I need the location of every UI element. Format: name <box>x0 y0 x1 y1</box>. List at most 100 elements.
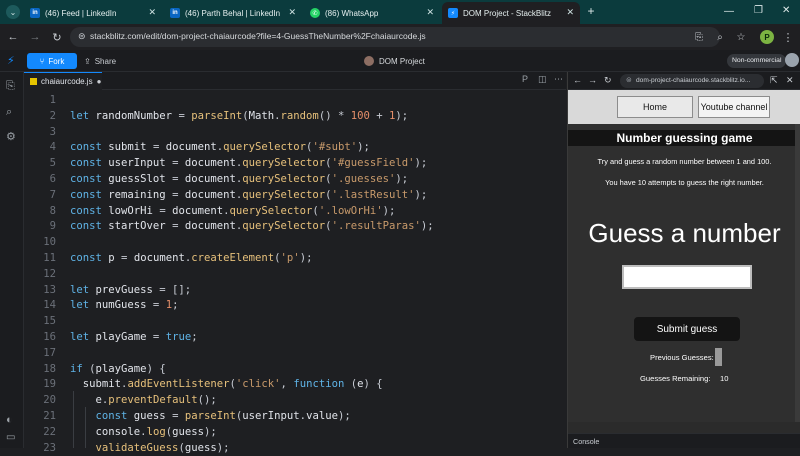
code-token: ; <box>172 299 179 312</box>
code-token: const <box>70 204 109 217</box>
code-line[interactable]: 20 e.preventDefault(); <box>24 392 566 408</box>
install-app-icon[interactable]: ⎘ <box>691 29 707 45</box>
preview-back-icon[interactable]: ← <box>573 75 582 85</box>
split-editor-icon[interactable]: ◫ <box>538 74 547 85</box>
code-line[interactable]: 13 let prevGuess = []; <box>24 282 566 298</box>
settings-gear-icon[interactable]: ⚙ <box>6 130 16 143</box>
code-line[interactable]: 15 <box>24 313 566 329</box>
reload-icon[interactable]: ↻ <box>49 29 65 45</box>
explorer-files-icon[interactable]: ⎘ <box>6 80 15 93</box>
code-line[interactable]: 7 const remaining = document.querySelecto… <box>24 187 566 203</box>
preview-scrollbar[interactable] <box>795 124 800 422</box>
close-icon[interactable]: ✕ <box>566 7 574 18</box>
share-label: Share <box>94 56 117 66</box>
project-title[interactable]: DOM Project <box>364 54 425 68</box>
code-line[interactable]: 10 <box>24 234 566 250</box>
code-token: '#subt' <box>312 141 358 154</box>
browser-tab-linkedin-profile[interactable]: in (46) Parth Behal | LinkedIn ✕ <box>164 2 302 24</box>
more-actions-icon[interactable]: ⋯ <box>554 74 563 85</box>
code-line[interactable]: 17 <box>24 345 566 361</box>
open-new-window-icon[interactable]: ⇱ <box>770 75 778 86</box>
preview-close-icon[interactable]: ✕ <box>786 75 794 86</box>
zoom-icon[interactable]: ⌕ <box>712 29 728 45</box>
code-line[interactable]: 4 const submit = document.querySelector('… <box>24 139 566 155</box>
code-token: const <box>70 173 109 185</box>
back-arrow-icon[interactable]: ← <box>5 29 21 45</box>
code-line[interactable]: 5 const userInput = document.querySelecto… <box>24 155 566 171</box>
code-line[interactable]: 19 submit.addEventListener('click', func… <box>24 376 566 392</box>
code-token: + <box>369 109 389 122</box>
code-line[interactable]: 18 if (playGame) { <box>24 361 566 377</box>
share-button[interactable]: ⇪ Share <box>84 53 116 69</box>
game-heading: Number guessing game <box>616 131 753 145</box>
submit-guess-button[interactable]: Submit guess <box>634 317 740 341</box>
browser-tab-whatsapp[interactable]: ✆ (86) WhatsApp ✕ <box>304 2 440 24</box>
minimize-window-icon[interactable]: — <box>724 6 734 17</box>
tab-title: (46) Feed | LinkedIn <box>45 8 117 18</box>
tab-search-button[interactable]: ⌄ <box>6 5 20 19</box>
tab-title: (46) Parth Behal | LinkedIn <box>185 8 281 18</box>
stackblitz-header: ⚡ ⑂ Fork ⇪ Share DOM Project Non-commerc… <box>0 50 800 72</box>
new-tab-button[interactable]: + <box>584 4 598 18</box>
code-line[interactable]: 8 const lowOrHi = document.querySelector(… <box>24 203 566 219</box>
browser-menu-icon[interactable]: ⋮ <box>780 29 796 45</box>
code-line[interactable]: 2 let randomNumber = parseInt(Math.random… <box>24 108 566 124</box>
code-token: const <box>95 410 134 422</box>
code-line[interactable]: 16 let playGame = true; <box>24 329 566 345</box>
close-icon[interactable]: ✕ <box>426 7 434 18</box>
forward-arrow-icon[interactable]: → <box>27 29 43 45</box>
code-line[interactable]: 9 const startOver = document.querySelecto… <box>24 218 566 234</box>
code-line[interactable]: 12 <box>24 266 566 282</box>
code-token: document <box>184 157 236 170</box>
close-icon[interactable]: ✕ <box>288 7 296 18</box>
search-icon[interactable]: ⌕ <box>6 106 12 119</box>
code-line[interactable]: 14 let numGuess = 1; <box>24 297 566 313</box>
code-line[interactable]: 3 <box>24 124 566 140</box>
profile-initial: P <box>764 32 770 42</box>
code-line[interactable]: 6 const guessSlot = document.querySelecto… <box>24 171 566 187</box>
home-button[interactable]: Home <box>617 96 693 118</box>
guess-field[interactable] <box>622 265 752 289</box>
code-token: playGame <box>95 362 147 375</box>
code-token: prevGuess <box>95 283 160 296</box>
browser-tab-stackblitz[interactable]: ⚡ DOM Project - StackBlitz ✕ <box>442 2 580 24</box>
code-token: parseInt <box>184 410 236 422</box>
bookmark-star-icon[interactable]: ☆ <box>733 29 749 45</box>
user-avatar[interactable] <box>785 53 799 67</box>
code-token: ); <box>395 173 409 185</box>
guess-title: Guess a number <box>588 218 781 248</box>
site-info-icon[interactable]: ⊜ <box>78 31 88 41</box>
code-line[interactable]: 1 <box>24 92 566 108</box>
preview-forward-icon[interactable]: → <box>588 75 597 85</box>
close-icon[interactable]: ✕ <box>148 7 156 18</box>
preview-toggle-icon[interactable]: P <box>522 74 528 84</box>
code-token: = []; <box>159 283 192 296</box>
browser-tab-linkedin-feed[interactable]: in (46) Feed | LinkedIn ✕ <box>24 2 162 24</box>
profile-avatar[interactable]: P <box>760 30 774 44</box>
browser-tab-strip: ⌄ in (46) Feed | LinkedIn ✕ in (46) Part… <box>0 0 800 24</box>
restore-window-icon[interactable]: ❐ <box>754 5 763 16</box>
code-token: preventDefault <box>108 394 198 407</box>
code-line[interactable]: 22 console.log(guess); <box>24 424 566 440</box>
code-token: Math <box>248 109 275 122</box>
plan-badge[interactable]: Non-commercial <box>727 54 787 68</box>
line-source: submit.addEventListener('click', functio… <box>70 376 383 392</box>
console-panel[interactable]: Console <box>568 433 800 448</box>
panel-toggle-icon[interactable]: ▭ <box>6 432 15 443</box>
code-token: '.resultParas' <box>331 220 421 233</box>
code-line[interactable]: 21 const guess = parseInt(userInput.valu… <box>24 408 566 424</box>
theme-toggle-icon[interactable]: ◐ <box>6 414 13 426</box>
code-token: let <box>70 331 96 343</box>
line-number: 3 <box>49 125 56 138</box>
close-window-icon[interactable]: ✕ <box>782 5 790 16</box>
youtube-channel-button[interactable]: Youtube channel <box>698 96 770 118</box>
code-editor[interactable]: chaiaurcode.js ● P ◫ ⋯ 1 2 let randomNumbe… <box>24 72 566 454</box>
fork-button[interactable]: ⑂ Fork <box>27 53 77 69</box>
unsaved-dot-icon[interactable]: ● <box>97 77 102 86</box>
code-line[interactable]: 11 const p = document.createElement('p'); <box>24 250 566 266</box>
stackblitz-logo-icon[interactable]: ⚡ <box>7 54 15 67</box>
editor-tab-chaiaurcode[interactable]: chaiaurcode.js ● <box>24 72 102 90</box>
code-token: ); <box>357 141 370 154</box>
preview-reload-icon[interactable]: ↻ <box>604 75 612 86</box>
code-area[interactable]: 1 2 let randomNumber = parseInt(Math.rando… <box>24 90 566 454</box>
